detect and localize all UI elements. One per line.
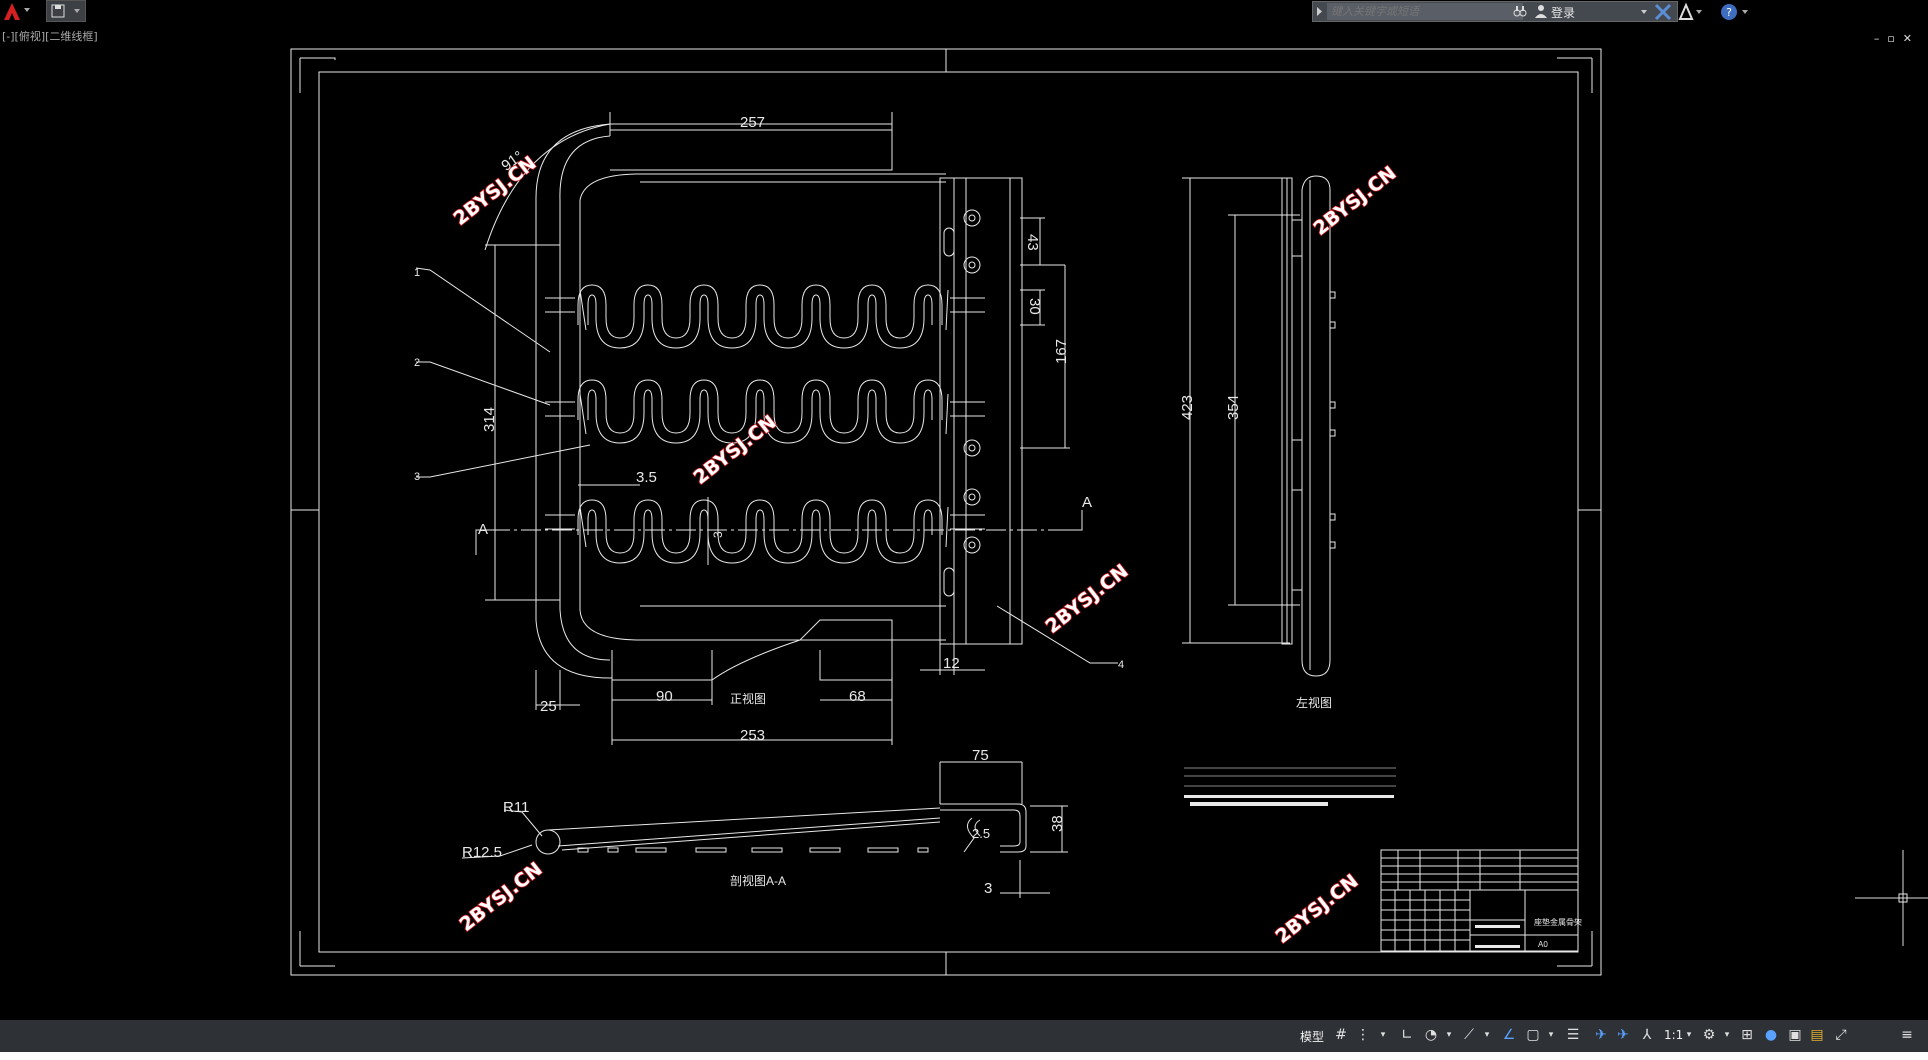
dim-90: 90 bbox=[656, 688, 673, 705]
polar-icon[interactable]: ◔ bbox=[1422, 1026, 1440, 1044]
dim-3-bottom: 3 bbox=[984, 880, 992, 897]
dim-314: 314 bbox=[481, 407, 498, 432]
polar-dropdown-icon[interactable]: ▾ bbox=[1440, 1026, 1458, 1044]
front-view-label: 正视图 bbox=[730, 691, 766, 706]
part-label-3: 3 bbox=[414, 471, 420, 483]
watermark-6: 2BYSJ.CN bbox=[1272, 870, 1363, 948]
technical-notes bbox=[1184, 767, 1396, 806]
watermark-1: 2BYSJ.CN bbox=[450, 152, 541, 230]
watermark-4: 2BYSJ.CN bbox=[1042, 560, 1133, 638]
dim-43: 43 bbox=[1024, 234, 1041, 251]
dim-2-5: 2.5 bbox=[972, 826, 990, 841]
isodraft-dropdown-icon[interactable]: ▾ bbox=[1478, 1026, 1496, 1044]
left-view bbox=[1182, 175, 1336, 677]
customization-icon[interactable]: ≡ bbox=[1898, 1026, 1916, 1044]
dim-75: 75 bbox=[972, 747, 989, 764]
object-tracking-icon[interactable]: ∠ bbox=[1500, 1026, 1518, 1044]
dim-30: 30 bbox=[1026, 298, 1043, 315]
lineweight-icon[interactable]: ☰ bbox=[1564, 1026, 1582, 1044]
watermark-5: 2BYSJ.CN bbox=[456, 858, 547, 936]
part-label-1: 1 bbox=[414, 267, 420, 279]
watermark-3: 2BYSJ.CN bbox=[690, 411, 781, 489]
hardware-acceleration-icon[interactable]: ▣ bbox=[1786, 1026, 1804, 1044]
isodraft-icon[interactable]: ⟋ bbox=[1460, 1026, 1478, 1044]
snap-icon[interactable]: ⋮ bbox=[1354, 1026, 1372, 1044]
workspace-dropdown-icon[interactable]: ▾ bbox=[1718, 1026, 1736, 1044]
title-block-sheet: A0 bbox=[1538, 940, 1548, 949]
sheet-inner-border bbox=[318, 71, 1579, 953]
snap-dropdown-icon[interactable]: ▾ bbox=[1374, 1026, 1392, 1044]
clean-screen-icon[interactable]: ⤢ bbox=[1832, 1026, 1850, 1044]
dim-253: 253 bbox=[740, 727, 765, 744]
dim-3-vertical: 3 bbox=[711, 531, 725, 538]
ortho-icon[interactable]: ∟ bbox=[1398, 1026, 1416, 1044]
workspace-gear-icon[interactable]: ⚙ bbox=[1700, 1026, 1718, 1044]
isolate-objects-icon[interactable]: ● bbox=[1762, 1026, 1780, 1044]
graphics-performance-icon[interactable]: ▤ bbox=[1808, 1026, 1826, 1044]
left-view-label: 左视图 bbox=[1296, 695, 1332, 710]
spring-3 bbox=[577, 499, 943, 554]
status-bar: 模型 # ⋮ ▾ ∟ ◔ ▾ ⟋ ▾ ∠ ▢ ▾ ☰ ✈ ✈ ⅄ 1:1 ▾ ⚙… bbox=[0, 1020, 1928, 1052]
dim-3-5: 3.5 bbox=[636, 469, 657, 486]
radius-r11: R11 bbox=[503, 799, 529, 816]
dim-257: 257 bbox=[740, 114, 765, 131]
model-space-button[interactable]: 模型 bbox=[1300, 1028, 1324, 1045]
grid-icon[interactable]: # bbox=[1332, 1026, 1350, 1044]
section-mark-a-left: A bbox=[478, 521, 488, 538]
dim-38: 38 bbox=[1049, 815, 1066, 832]
section-view-label: 剖视图A-A bbox=[730, 873, 786, 888]
annotation-visibility-icon[interactable]: ✈ bbox=[1592, 1026, 1610, 1044]
drawing-canvas[interactable]: 257 91° 43 30 167 314 3.5 3 A A 25 90 68… bbox=[0, 0, 1928, 1020]
bottom-edge bbox=[0, 1052, 1928, 1060]
dim-354: 354 bbox=[1225, 395, 1242, 420]
dim-423: 423 bbox=[1179, 395, 1196, 420]
annotation-scale-icon[interactable]: ⅄ bbox=[1638, 1026, 1656, 1044]
dim-12: 12 bbox=[943, 655, 960, 672]
watermark-2: 2BYSJ.CN bbox=[1310, 162, 1401, 240]
dim-68: 68 bbox=[849, 688, 866, 705]
radius-r12-5: R12.5 bbox=[462, 844, 502, 861]
auto-scale-icon[interactable]: ✈ bbox=[1614, 1026, 1632, 1044]
section-mark-a-right: A bbox=[1082, 494, 1092, 511]
title-block-name: 座垫金属骨架 bbox=[1534, 917, 1582, 927]
dim-25: 25 bbox=[540, 698, 557, 715]
spring-1 bbox=[577, 284, 943, 339]
title-block bbox=[1380, 849, 1579, 952]
scale-dropdown-icon[interactable]: ▾ bbox=[1680, 1026, 1698, 1044]
dim-167: 167 bbox=[1053, 339, 1070, 364]
object-snap-dropdown-icon[interactable]: ▾ bbox=[1542, 1026, 1560, 1044]
annotation-monitor-icon[interactable]: ⊞ bbox=[1738, 1026, 1756, 1044]
part-label-4: 4 bbox=[1118, 659, 1124, 671]
part-label-2: 2 bbox=[414, 357, 420, 369]
object-snap-icon[interactable]: ▢ bbox=[1524, 1026, 1542, 1044]
